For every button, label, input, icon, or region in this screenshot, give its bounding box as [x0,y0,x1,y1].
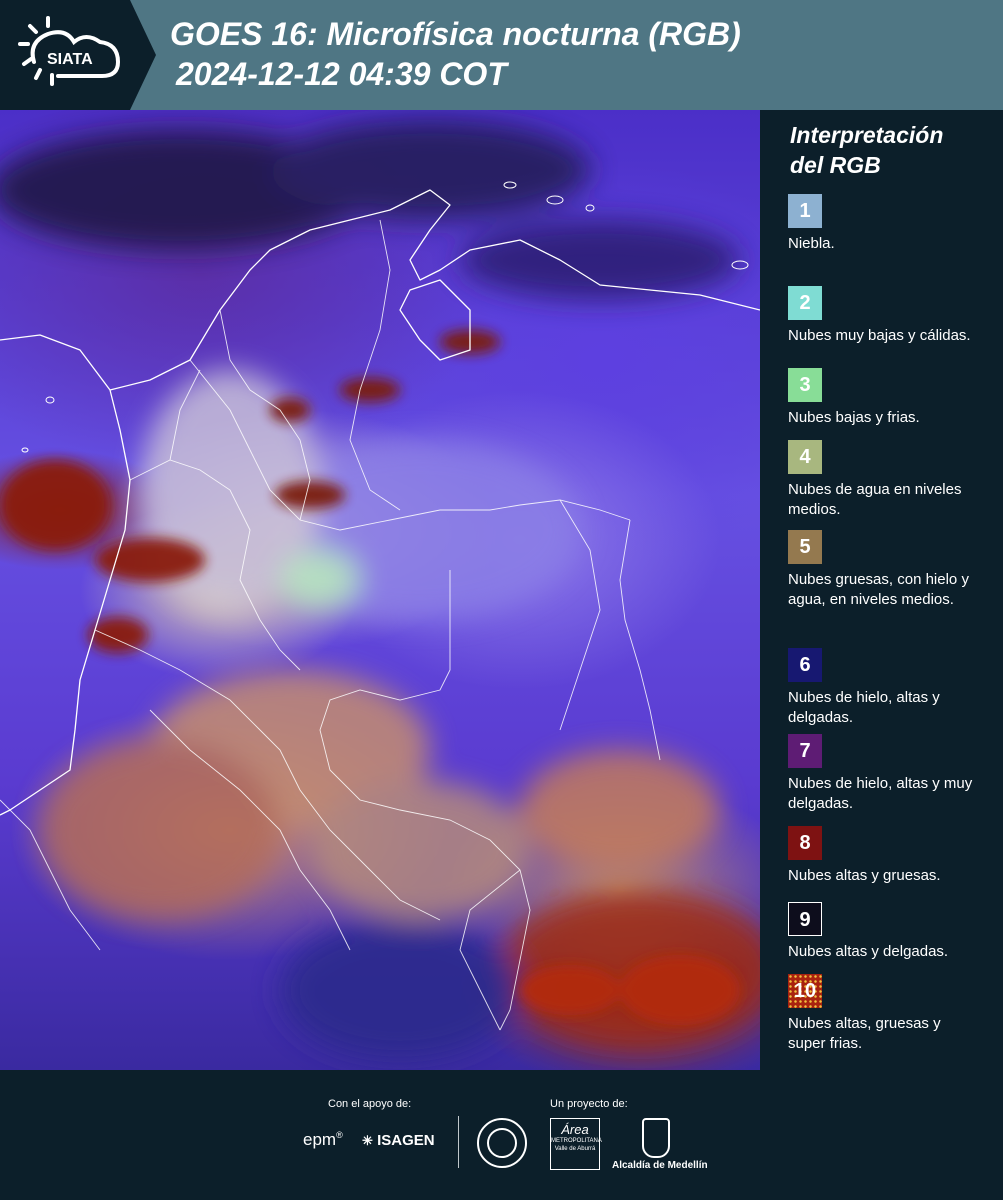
epm-logo: epm® [303,1130,343,1150]
footer-divider [458,1116,459,1168]
legend-item-3: 3 Nubes bajas y frias. [788,368,998,428]
legend-label: Nubes de agua en niveles medios. [788,481,962,518]
legend-swatch: 6 [788,648,822,682]
legend-panel: Interpretación del RGB 1 Niebla. 2 Nubes mu… [760,110,1003,1070]
legend-label: Niebla. [788,235,835,252]
legend-label: Nubes altas y delgadas. [788,943,949,960]
legend-label: Nubes de hielo, altas y muy delgadas. [788,775,973,812]
legend-swatch: 3 [788,368,822,402]
legend-swatch: 4 [788,440,822,474]
area-logo-sub: METROPOLITANA [551,1138,602,1144]
legend-title: Interpretación del RGB [790,120,943,180]
legend-swatch: 9 [788,902,822,936]
footer: Con el apoyo de: Un proyecto de: epm® ✳ … [0,1070,1003,1200]
legend-label: Nubes altas, gruesas y super frias. [788,1015,941,1052]
support-label: Con el apoyo de: [328,1098,412,1110]
project-label: Un proyecto de: [550,1098,628,1110]
legend-item-8: 8 Nubes altas y gruesas. [788,826,998,886]
legend-swatch: 2 [788,286,822,320]
sun-cloud-icon: SIATA [18,16,121,86]
title-line-2: 2024-12-12 04:39 COT [176,56,507,92]
legend-label: Nubes bajas y frias. [788,409,920,426]
legend-label: Nubes de hielo, altas y delgadas. [788,689,940,726]
legend-item-9: 9 Nubes altas y delgadas. [788,902,998,962]
legend-item-1: 1 Niebla. [788,194,998,254]
legend-label: Nubes gruesas, con hielo y agua, en nive… [788,571,969,608]
legend-swatch: 8 [788,826,822,860]
area-logo-text: Área [561,1122,589,1137]
logo-arrow [130,0,156,110]
legend-swatch: 7 [788,734,822,768]
area-metropolitana-logo: Área METROPOLITANA Valle de Aburrá [550,1118,602,1170]
legend-item-5: 5 Nubes gruesas, con hielo y agua, en niv… [788,530,998,610]
isagen-logo: ✳ ISAGEN [362,1132,435,1149]
logo-text: SIATA [47,51,93,68]
legend-item-4: 4 Nubes de agua en niveles medios. [788,440,998,520]
header: SIATA GOES 16: Microfísica nocturna (RGB… [0,0,1003,110]
legend-swatch: 5 [788,530,822,564]
legend-swatch: 1 [788,194,822,228]
isagen-text: ISAGEN [377,1132,435,1149]
legend-item-10: 10 Nubes altas, gruesas y super frias. [788,974,998,1054]
legend-title-line-1: Interpretación [790,122,944,148]
legend-title-line-2: del RGB [790,152,881,178]
epm-mark: ® [336,1130,343,1140]
medellin-shield-icon [642,1118,670,1158]
isagen-icon: ✳ [362,1133,373,1148]
legend-label: Nubes altas y gruesas. [788,867,941,884]
siata-logo: SIATA [0,0,130,110]
legend-item-2: 2 Nubes muy bajas y cálidas. [788,286,998,346]
legend-item-7: 7 Nubes de hielo, altas y muy delgadas. [788,734,998,814]
epm-text: epm [303,1130,337,1149]
legend-item-6: 6 Nubes de hielo, altas y delgadas. [788,648,998,728]
university-seal-icon [477,1118,527,1168]
title-line-1: GOES 16: Microfísica nocturna (RGB) [170,16,741,52]
medellin-text: Alcaldía de Medellín [612,1160,708,1171]
map-overlay [0,120,760,1060]
page-title: GOES 16: Microfísica nocturna (RGB) 2024… [170,14,741,94]
area-logo-sub2: Valle de Aburrá [554,1146,596,1152]
satellite-rgb-map [0,110,760,1070]
legend-label: Nubes muy bajas y cálidas. [788,327,971,344]
legend-swatch: 10 [788,974,822,1008]
